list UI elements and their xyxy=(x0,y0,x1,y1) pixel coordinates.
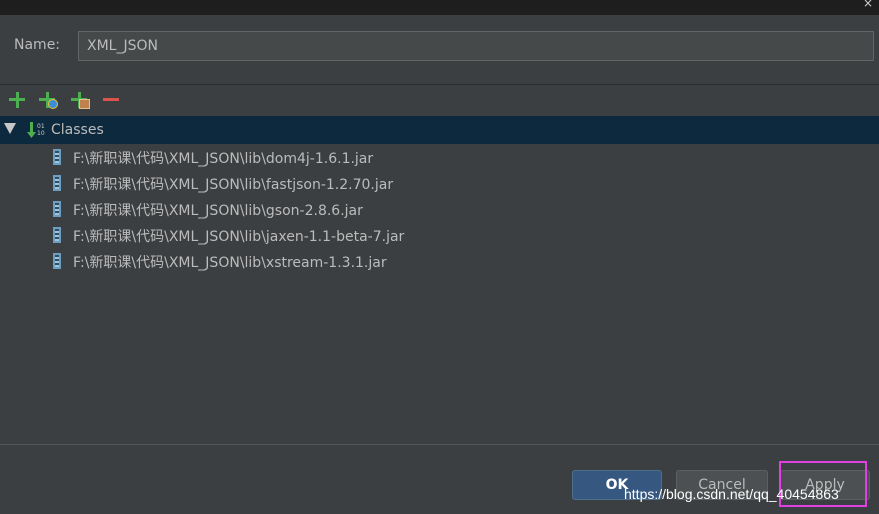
svg-text:01: 01 xyxy=(37,123,45,130)
jar-path: F:\新职课\代码\XML_JSON\lib\dom4j-1.6.1.jar xyxy=(73,151,374,167)
add-jar-button[interactable] xyxy=(68,89,90,111)
add-web-button[interactable] xyxy=(36,89,58,111)
jar-file-icon xyxy=(53,175,61,191)
jar-path: F:\新职课\代码\XML_JSON\lib\jaxen-1.1-beta-7.… xyxy=(73,229,405,245)
jar-path: F:\新职课\代码\XML_JSON\lib\gson-2.8.6.jar xyxy=(73,203,363,219)
jar-file-icon xyxy=(53,253,61,269)
tree-item[interactable]: F:\新职课\代码\XML_JSON\lib\dom4j-1.6.1.jar xyxy=(0,144,879,170)
jar-file-icon xyxy=(53,149,61,165)
name-label: Name: xyxy=(14,37,61,53)
tree-item[interactable]: F:\新职课\代码\XML_JSON\lib\jaxen-1.1-beta-7.… xyxy=(0,222,879,248)
jar-path: F:\新职课\代码\XML_JSON\lib\fastjson-1.2.70.j… xyxy=(73,177,394,193)
library-toolbar xyxy=(0,85,879,115)
add-button[interactable] xyxy=(6,89,28,111)
tree-item[interactable]: F:\新职课\代码\XML_JSON\lib\fastjson-1.2.70.j… xyxy=(0,170,879,196)
classes-label: Classes xyxy=(51,122,104,138)
name-row: Name: XML_JSON xyxy=(0,15,879,81)
dialog-footer: OK Cancel Apply xyxy=(0,445,879,514)
tree-item[interactable]: F:\新职课\代码\XML_JSON\lib\gson-2.8.6.jar xyxy=(0,196,879,222)
tree-root-classes[interactable]: 01 10 Classes xyxy=(0,116,879,144)
jar-path: F:\新职课\代码\XML_JSON\lib\xstream-1.3.1.jar xyxy=(73,255,387,271)
window-title-bar: × xyxy=(0,0,879,15)
remove-button[interactable] xyxy=(100,89,122,111)
jar-file-icon xyxy=(53,201,61,217)
tree-item[interactable]: F:\新职课\代码\XML_JSON\lib\xstream-1.3.1.jar xyxy=(0,248,879,274)
classes-icon: 01 10 xyxy=(27,122,45,138)
expand-triangle-icon[interactable] xyxy=(4,123,16,134)
svg-text:10: 10 xyxy=(37,130,45,137)
library-tree: 01 10 Classes F:\新职课\代码\XML_JSON\lib\dom… xyxy=(0,116,879,444)
watermark-text: https://blog.csdn.net/qq_40454863 xyxy=(624,486,839,502)
close-icon[interactable]: × xyxy=(863,0,873,10)
name-input[interactable]: XML_JSON xyxy=(78,31,874,61)
jar-file-icon xyxy=(53,227,61,243)
